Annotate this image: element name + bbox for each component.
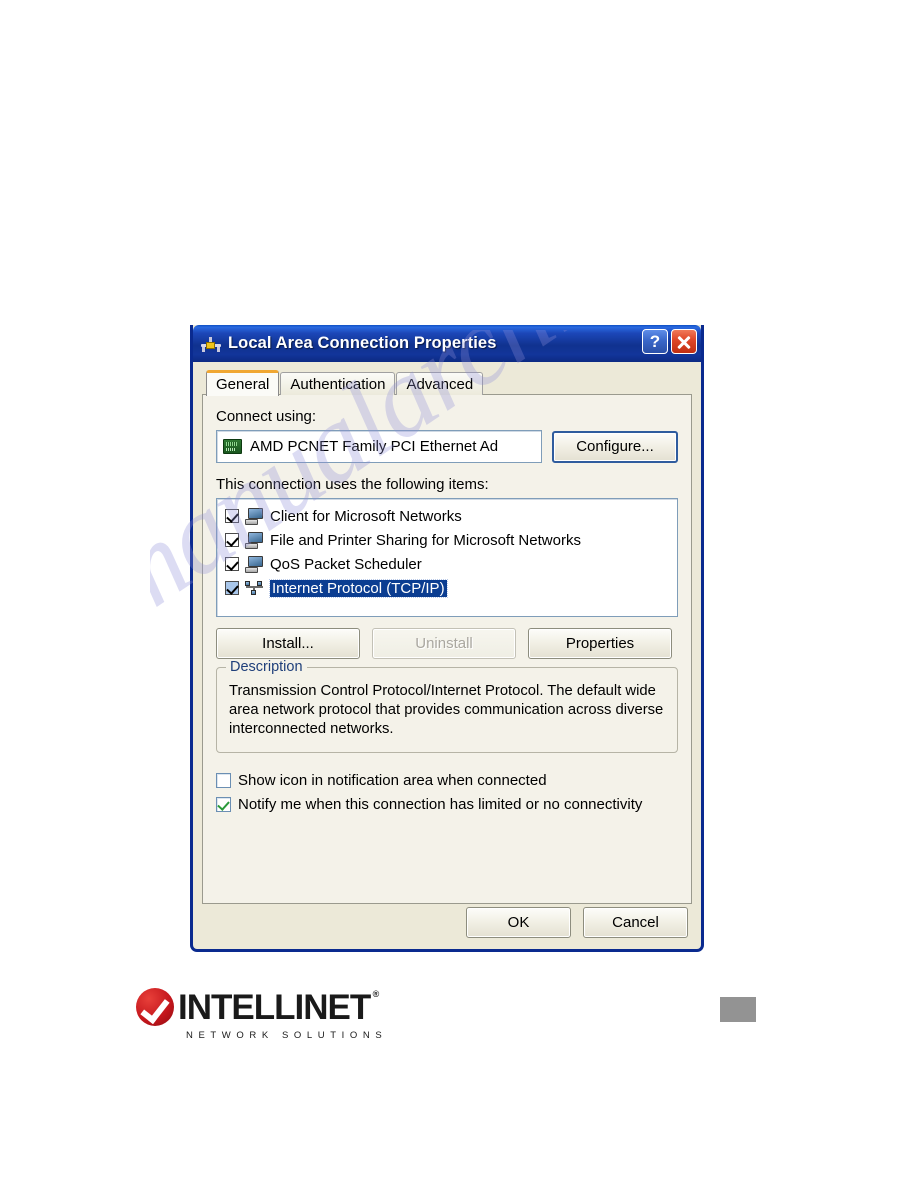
list-item[interactable]: File and Printer Sharing for Microsoft N… (221, 528, 673, 552)
close-icon[interactable] (671, 329, 697, 354)
computer-icon (245, 507, 264, 525)
list-item[interactable]: QoS Packet Scheduler (221, 552, 673, 576)
uninstall-button: Uninstall (372, 628, 516, 659)
ok-button-label: OK (507, 914, 530, 931)
intellinet-logo: INTELLINET ® NETWORK SOLUTIONS (136, 988, 387, 1041)
computer-icon (245, 531, 264, 549)
show-icon-label: Show icon in notification area when conn… (238, 771, 547, 789)
dialog-client-area: General Authentication Advanced Connect … (193, 362, 701, 949)
cancel-button-label: Cancel (612, 914, 659, 931)
cancel-button[interactable]: Cancel (583, 907, 688, 938)
adapter-field[interactable]: AMD PCNET Family PCI Ethernet Ad (216, 430, 542, 463)
install-button[interactable]: Install... (216, 628, 360, 659)
trademark-symbol: ® (372, 988, 380, 999)
items-section-label: This connection uses the following items… (216, 476, 489, 493)
item-checkbox[interactable] (225, 533, 239, 547)
adapter-name: AMD PCNET Family PCI Ethernet Ad (250, 438, 499, 455)
network-adapter-icon (223, 439, 242, 454)
adapter-row: AMD PCNET Family PCI Ethernet Ad Configu… (216, 430, 678, 463)
network-connection-icon (200, 334, 222, 354)
description-text: Transmission Control Protocol/Internet P… (229, 683, 664, 737)
tab-advanced[interactable]: Advanced (396, 372, 484, 395)
configure-button[interactable]: Configure... (552, 430, 678, 463)
uninstall-button-label: Uninstall (415, 635, 473, 652)
show-icon-checkbox[interactable] (216, 772, 231, 788)
dialog-footer: OK Cancel (466, 907, 688, 938)
item-checkbox[interactable] (225, 581, 239, 595)
dialog-title: Local Area Connection Properties (228, 334, 497, 352)
item-checkbox[interactable] (225, 509, 239, 523)
brand-name: INTELLINET ® (178, 987, 379, 1027)
list-item-label: Internet Protocol (TCP/IP) (269, 578, 448, 598)
connect-using-label: Connect using: (216, 408, 317, 425)
list-item-label: QoS Packet Scheduler (270, 555, 422, 573)
list-item[interactable]: Client for Microsoft Networks (221, 504, 673, 528)
tab-general[interactable]: General (206, 370, 280, 396)
action-button-row: Install... Uninstall Properties (216, 628, 678, 659)
description-groupbox: Description Transmission Control Protoco… (216, 659, 678, 753)
properties-button-label: Properties (565, 635, 635, 652)
brand-tagline: NETWORK SOLUTIONS (186, 1030, 388, 1041)
description-title: Description (226, 659, 307, 675)
notify-option[interactable]: Notify me when this connection has limit… (216, 792, 678, 816)
tab-panel-general: Connect using: AMD PCNET Family PCI Ethe… (202, 394, 692, 904)
item-checkbox[interactable] (225, 557, 239, 571)
properties-button[interactable]: Properties (528, 628, 672, 659)
list-item-label: File and Printer Sharing for Microsoft N… (270, 531, 581, 549)
list-item-label: Client for Microsoft Networks (270, 507, 462, 525)
notify-checkbox[interactable] (216, 796, 231, 812)
titlebar-buttons: ? (642, 329, 697, 354)
network-protocol-icon (245, 580, 264, 597)
computer-icon (245, 555, 264, 573)
help-icon[interactable]: ? (642, 329, 668, 354)
logo-main: INTELLINET ® (136, 988, 387, 1026)
install-button-label: Install... (262, 635, 314, 652)
show-icon-option[interactable]: Show icon in notification area when conn… (216, 768, 678, 792)
page-number-marker (720, 997, 756, 1022)
list-item[interactable]: Internet Protocol (TCP/IP) (221, 576, 673, 600)
dialog-titlebar[interactable]: Local Area Connection Properties ? (193, 325, 701, 362)
configure-button-label: Configure... (576, 438, 654, 455)
tab-strip: General Authentication Advanced (202, 370, 692, 396)
notify-label: Notify me when this connection has limit… (238, 795, 643, 813)
tab-authentication[interactable]: Authentication (280, 372, 396, 395)
ok-button[interactable]: OK (466, 907, 571, 938)
checkmark-badge-icon (136, 988, 174, 1026)
components-listbox[interactable]: Client for Microsoft Networks File and P… (216, 498, 678, 617)
local-area-connection-properties-dialog: Local Area Connection Properties ? Gener… (190, 325, 704, 952)
